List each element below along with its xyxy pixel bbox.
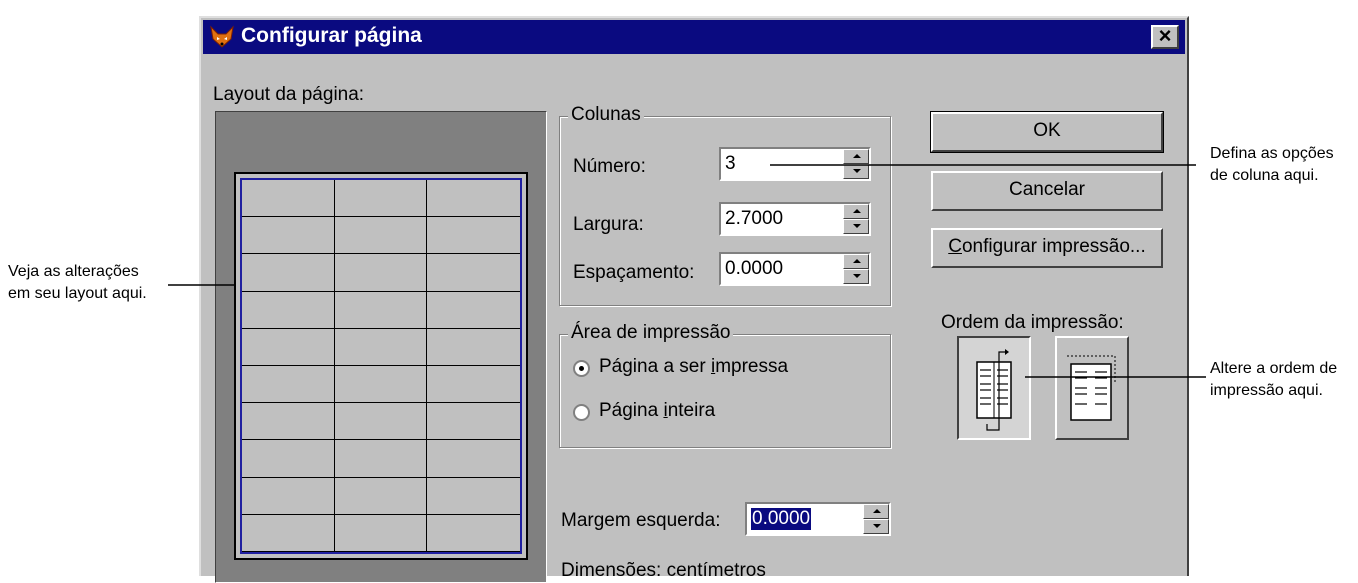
label-cell [427, 366, 520, 404]
label-cell [427, 329, 520, 366]
spin-up-icon[interactable] [843, 149, 869, 164]
radio-whole-page[interactable] [573, 404, 590, 421]
order-row-first-button[interactable] [1055, 336, 1129, 440]
layout-preview [215, 111, 547, 583]
callout-order: Altere a ordem de impressão aqui. [1210, 358, 1337, 402]
number-label: Número: [573, 156, 646, 177]
left-margin-label: Margem esquerda: [561, 510, 721, 531]
print-area-group-label: Área de impressão [568, 322, 734, 344]
spacing-spinner[interactable] [719, 252, 871, 286]
label-cell [427, 217, 520, 255]
label-cell [427, 440, 520, 478]
number-spinner[interactable] [719, 147, 871, 181]
spin-down-icon[interactable] [843, 219, 869, 234]
spacing-label: Espaçamento: [573, 262, 695, 283]
radio-whole-page-label[interactable]: Página inteira [599, 400, 715, 422]
label-cell [242, 514, 335, 552]
printable-suffix: mpressa [715, 356, 789, 377]
close-button[interactable]: × [1151, 25, 1179, 49]
spin-down-icon[interactable] [843, 269, 869, 284]
callout-layout-line2: em seu layout aqui. [8, 285, 147, 302]
label-cell [334, 254, 428, 292]
preview-page [234, 172, 528, 560]
order-column-first-button[interactable] [957, 336, 1031, 440]
callout-layout-line1: Veja as alterações [8, 263, 139, 280]
callout-columns: Defina as opções de coluna aqui. [1210, 143, 1334, 187]
label-cell [242, 440, 335, 478]
ok-button[interactable]: OK [930, 111, 1164, 153]
width-input[interactable] [725, 207, 825, 231]
close-icon: × [1158, 23, 1172, 48]
label-cell [334, 366, 428, 404]
number-input[interactable] [725, 152, 825, 176]
printable-prefix: Página a ser [599, 356, 711, 377]
radio-printable-page-label[interactable]: Página a ser impressa [599, 356, 788, 378]
print-setup-button[interactable]: Configurar impressão... [931, 228, 1163, 268]
label-cell [334, 180, 428, 218]
label-cell [427, 478, 520, 515]
width-label: Largura: [573, 214, 644, 235]
left-margin-input[interactable]: 0.0000 [751, 508, 812, 530]
columns-group-label: Colunas [568, 104, 644, 126]
label-cell [334, 328, 428, 366]
label-cell [427, 515, 520, 552]
label-cell [242, 366, 335, 404]
title-bar[interactable]: Configurar página × [203, 20, 1185, 54]
label-grid [240, 178, 522, 554]
label-cell [334, 514, 428, 552]
whole-suffix: nteira [667, 400, 716, 421]
dialog-title: Configurar página [241, 24, 422, 47]
whole-prefix: Página [599, 400, 664, 421]
dimensions-text: Dimensões: centímetros [561, 560, 766, 581]
label-cell [427, 292, 520, 329]
spin-up-icon[interactable] [863, 504, 889, 519]
label-cell [427, 180, 520, 218]
radio-printable-page[interactable] [573, 360, 590, 377]
label-cell [242, 254, 335, 292]
width-spinner[interactable] [719, 202, 871, 236]
row-first-order-icon [1067, 355, 1116, 421]
left-margin-spinner[interactable]: 0.0000 [745, 502, 891, 536]
callout-layout: Veja as alterações em seu layout aqui. [8, 261, 147, 305]
label-cell [242, 180, 335, 218]
label-cell [334, 217, 428, 255]
number-spin-arrows[interactable] [843, 149, 869, 179]
print-order-label: Ordem da impressão: [941, 312, 1124, 333]
fox-icon [210, 25, 234, 48]
label-cell [242, 477, 335, 515]
label-cell [427, 254, 520, 292]
column-first-order-icon [976, 349, 1012, 431]
label-cell [242, 328, 335, 366]
print-setup-rest: onfigurar impressão... [961, 236, 1146, 257]
spin-down-icon[interactable] [863, 519, 889, 534]
label-cell [334, 403, 428, 441]
page-setup-dialog: Configurar página × Layout da página: Co… [199, 16, 1189, 583]
spacing-spin-arrows[interactable] [843, 254, 869, 284]
width-spin-arrows[interactable] [843, 204, 869, 234]
spin-up-icon[interactable] [843, 204, 869, 219]
callout-columns-line1: Defina as opções [1210, 145, 1334, 162]
cancel-button[interactable]: Cancelar [931, 171, 1163, 211]
label-cell [242, 217, 335, 255]
label-cell [242, 291, 335, 329]
callout-order-line2: impressão aqui. [1210, 382, 1323, 399]
print-setup-key: C [948, 236, 962, 257]
label-cell [334, 291, 428, 329]
callout-order-line1: Altere a ordem de [1210, 360, 1338, 377]
label-cell [427, 403, 520, 441]
label-cell [334, 440, 428, 478]
label-cell [334, 477, 428, 515]
layout-label: Layout da página: [213, 84, 365, 105]
label-cell [242, 403, 335, 441]
callout-columns-line2: de coluna aqui. [1210, 167, 1319, 184]
print-area-group: Área de impressão [559, 322, 891, 448]
spacing-input[interactable] [725, 257, 825, 281]
left-margin-spin-arrows[interactable] [863, 504, 889, 534]
spin-up-icon[interactable] [843, 254, 869, 269]
spin-down-icon[interactable] [843, 164, 869, 179]
